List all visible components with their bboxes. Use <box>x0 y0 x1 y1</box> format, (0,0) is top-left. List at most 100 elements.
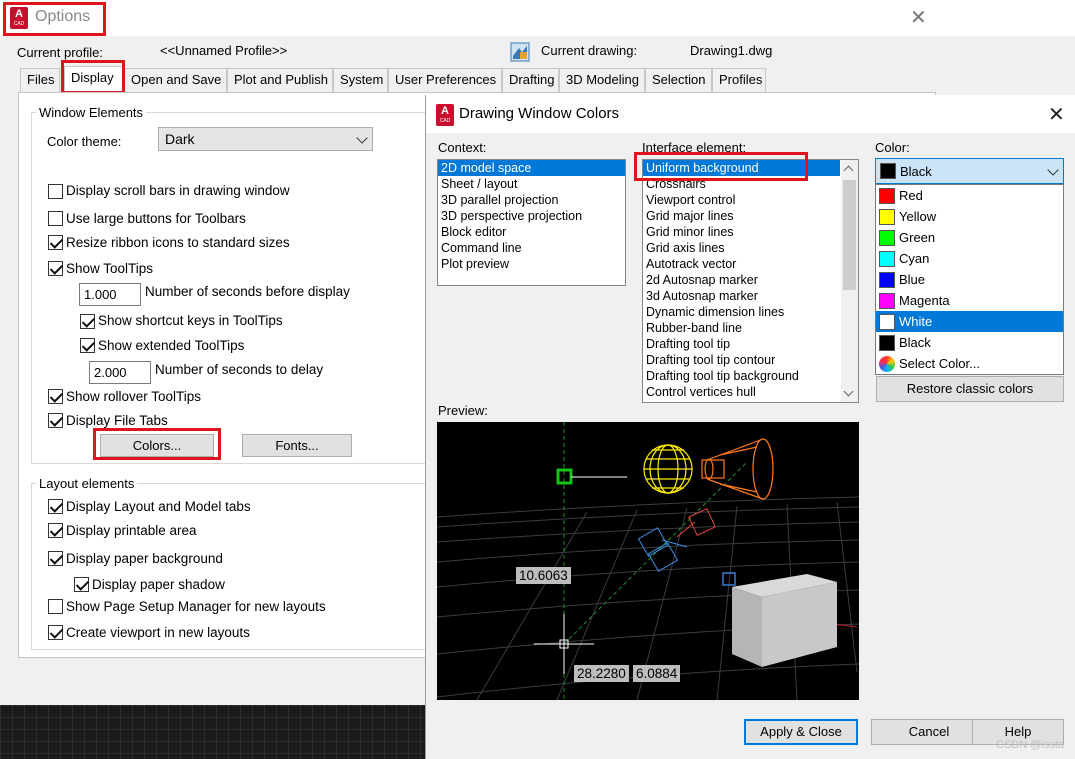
restore-classic-colors-button[interactable]: Restore classic colors <box>876 376 1064 402</box>
shortcut-keys-label: Show shortcut keys in ToolTips <box>98 313 283 328</box>
color-option-label: Magenta <box>899 293 950 308</box>
scroll-down-icon[interactable] <box>843 386 854 397</box>
color-theme-select[interactable]: Dark <box>158 127 373 151</box>
tab-plot-and-publish[interactable]: Plot and Publish <box>227 68 333 92</box>
list-item[interactable]: 3D parallel projection <box>438 192 625 208</box>
list-item[interactable]: Plot preview <box>438 256 625 272</box>
list-item[interactable]: Command line <box>438 240 625 256</box>
tab-profiles[interactable]: Profiles <box>712 68 766 92</box>
context-listbox[interactable]: 2D model space Sheet / layout 3D paralle… <box>437 159 626 286</box>
window-elements-title: Window Elements <box>36 105 147 120</box>
color-select[interactable]: Black <box>875 158 1064 184</box>
dwc-title: Drawing Window Colors <box>459 105 620 122</box>
colors-button[interactable]: Colors... <box>100 434 214 457</box>
color-option-label: Select Color... <box>899 356 980 371</box>
tab-files[interactable]: Files <box>20 68 60 92</box>
large-buttons-checkbox[interactable] <box>48 211 63 226</box>
create-viewport-label: Create viewport in new layouts <box>66 625 250 640</box>
tab-display[interactable]: Display <box>64 66 124 93</box>
cancel-button[interactable]: Cancel <box>871 719 987 745</box>
scroll-thumb[interactable] <box>843 180 856 290</box>
list-item[interactable]: Grid axis lines <box>643 240 840 256</box>
list-item[interactable]: Crosshairs <box>643 176 840 192</box>
list-item[interactable]: Grid minor lines <box>643 224 840 240</box>
color-swatch <box>879 188 895 204</box>
list-item[interactable]: Sheet / layout <box>438 176 625 192</box>
color-swatch <box>880 163 896 179</box>
color-option-label: Cyan <box>899 251 930 266</box>
apply-and-close-button[interactable]: Apply & Close <box>744 719 858 745</box>
file-tabs-checkbox[interactable] <box>48 413 63 428</box>
large-buttons-label: Use large buttons for Toolbars <box>66 211 246 226</box>
color-option-label: Yellow <box>899 209 937 224</box>
list-item[interactable]: 3D perspective projection <box>438 208 625 224</box>
list-item[interactable]: Drafting tool tip <box>643 336 840 352</box>
scroll-up-icon[interactable] <box>843 165 854 176</box>
color-option-select-color[interactable]: Select Color... <box>876 353 1063 374</box>
dwc-close-icon[interactable]: ✕ <box>1048 102 1065 127</box>
preview-canvas: 10.6063 28.2280 6.0884 <box>437 422 859 700</box>
color-option-green[interactable]: Green <box>876 227 1063 248</box>
tab-system[interactable]: System <box>333 68 388 92</box>
resize-ribbon-label: Resize ribbon icons to standard sizes <box>66 235 290 250</box>
layout-model-tabs-checkbox[interactable] <box>48 499 63 514</box>
fonts-button[interactable]: Fonts... <box>242 434 352 457</box>
color-option-label: Green <box>899 230 936 245</box>
list-item[interactable]: Rubber-band line <box>643 320 840 336</box>
rollover-tooltips-label: Show rollover ToolTips <box>66 389 202 404</box>
layout-elements-title: Layout elements <box>36 476 138 491</box>
list-item[interactable]: Block editor <box>438 224 625 240</box>
printable-area-label: Display printable area <box>66 523 197 538</box>
color-option-white[interactable]: White <box>876 311 1063 332</box>
list-item[interactable]: Viewport control <box>643 192 840 208</box>
list-item[interactable]: Drafting tool tip background <box>643 368 840 384</box>
color-option-red[interactable]: Red <box>876 185 1063 206</box>
resize-ribbon-checkbox[interactable] <box>48 235 63 250</box>
shortcut-keys-checkbox[interactable] <box>80 314 95 329</box>
interface-element-listbox[interactable]: Uniform background Crosshairs Viewport c… <box>642 159 859 403</box>
list-item[interactable]: Autotrack vector <box>643 256 840 272</box>
list-item[interactable]: Control vertices hull <box>643 384 840 400</box>
color-option-cyan[interactable]: Cyan <box>876 248 1063 269</box>
interface-element-label: Interface element: <box>642 140 747 155</box>
color-option-blue[interactable]: Blue <box>876 269 1063 290</box>
create-viewport-checkbox[interactable] <box>48 625 63 640</box>
list-item[interactable]: 3d Autosnap marker <box>643 288 840 304</box>
tab-drafting[interactable]: Drafting <box>502 68 559 92</box>
color-option-magenta[interactable]: Magenta <box>876 290 1063 311</box>
show-tooltips-label: Show ToolTips <box>66 261 154 276</box>
color-dropdown-list[interactable]: Red Yellow Green Cyan Blue Magenta White… <box>875 184 1064 375</box>
seconds-before-display-input[interactable]: 1.000 <box>79 283 141 306</box>
options-close-icon[interactable]: ✕ <box>910 5 927 30</box>
tab-open-and-save[interactable]: Open and Save <box>124 68 227 92</box>
tab-user-preferences[interactable]: User Preferences <box>388 68 502 92</box>
seconds-delay-label: Number of seconds to delay <box>155 362 324 377</box>
seconds-before-display-label: Number of seconds before display <box>145 284 350 299</box>
color-option-black[interactable]: Black <box>876 332 1063 353</box>
scroll-bars-checkbox[interactable] <box>48 184 63 199</box>
tab-3d-modeling[interactable]: 3D Modeling <box>559 68 645 92</box>
seconds-delay-input[interactable]: 2.000 <box>89 361 151 384</box>
list-item[interactable]: 2D model space <box>438 160 625 176</box>
color-label: Color: <box>875 140 910 155</box>
show-tooltips-checkbox[interactable] <box>48 261 63 276</box>
preview-label: Preview: <box>438 403 488 418</box>
color-option-yellow[interactable]: Yellow <box>876 206 1063 227</box>
color-swatch <box>879 314 895 330</box>
list-item[interactable]: Grid major lines <box>643 208 840 224</box>
list-item[interactable]: Dynamic dimension lines <box>643 304 840 320</box>
paper-shadow-checkbox[interactable] <box>74 577 89 592</box>
printable-area-checkbox[interactable] <box>48 523 63 538</box>
list-item[interactable]: Drafting tool tip contour <box>643 352 840 368</box>
coordinate-readout-distance: 10.6063 <box>516 567 571 584</box>
page-setup-manager-checkbox[interactable] <box>48 599 63 614</box>
interface-scrollbar[interactable] <box>841 160 858 402</box>
list-item[interactable]: 2d Autosnap marker <box>643 272 840 288</box>
autocad-logo-icon: A CAD <box>10 7 28 29</box>
paper-background-checkbox[interactable] <box>48 551 63 566</box>
extended-tooltips-checkbox[interactable] <box>80 338 95 353</box>
tab-selection[interactable]: Selection <box>645 68 712 92</box>
drawing-file-icon <box>510 42 530 62</box>
rollover-tooltips-checkbox[interactable] <box>48 389 63 404</box>
list-item[interactable]: Uniform background <box>643 160 840 176</box>
